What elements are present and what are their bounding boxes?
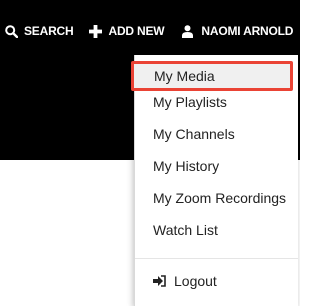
logout-label: Logout xyxy=(174,273,217,289)
menu-item-my-zoom-recordings[interactable]: My Zoom Recordings xyxy=(135,183,298,213)
menu-item-watch-list[interactable]: Watch List xyxy=(135,215,298,245)
menu-item-label: My Media xyxy=(154,68,215,84)
menu-item-my-history[interactable]: My History xyxy=(135,151,298,181)
page: SEARCH ADD NEW NAOMI ARNOLD My Media My … xyxy=(0,0,300,306)
menu-item-label: My Channels xyxy=(153,126,235,142)
add-new-label: ADD NEW xyxy=(108,24,165,38)
menu-item-label: Watch List xyxy=(153,222,218,238)
search-label: SEARCH xyxy=(24,24,74,38)
user-icon xyxy=(182,24,194,38)
user-name: NAOMI ARNOLD xyxy=(201,24,294,38)
logout-button[interactable]: Logout xyxy=(135,266,298,296)
plus-icon xyxy=(89,24,103,38)
top-nav: SEARCH ADD NEW NAOMI ARNOLD xyxy=(5,20,293,42)
add-new-button[interactable]: ADD NEW xyxy=(89,20,165,42)
menu-item-label: My Playlists xyxy=(153,94,227,110)
menu-divider xyxy=(135,258,298,259)
search-icon xyxy=(5,24,18,38)
menu-item-label: My Zoom Recordings xyxy=(153,190,287,206)
menu-item-label: My History xyxy=(153,158,220,174)
user-dropdown-menu: My Media My Playlists My Channels My His… xyxy=(131,55,298,306)
menu-item-my-channels[interactable]: My Channels xyxy=(135,119,298,149)
user-menu-button[interactable]: NAOMI ARNOLD xyxy=(182,20,293,42)
logout-icon xyxy=(153,275,166,287)
menu-item-my-playlists[interactable]: My Playlists xyxy=(135,87,298,117)
search-button[interactable]: SEARCH xyxy=(5,20,74,42)
